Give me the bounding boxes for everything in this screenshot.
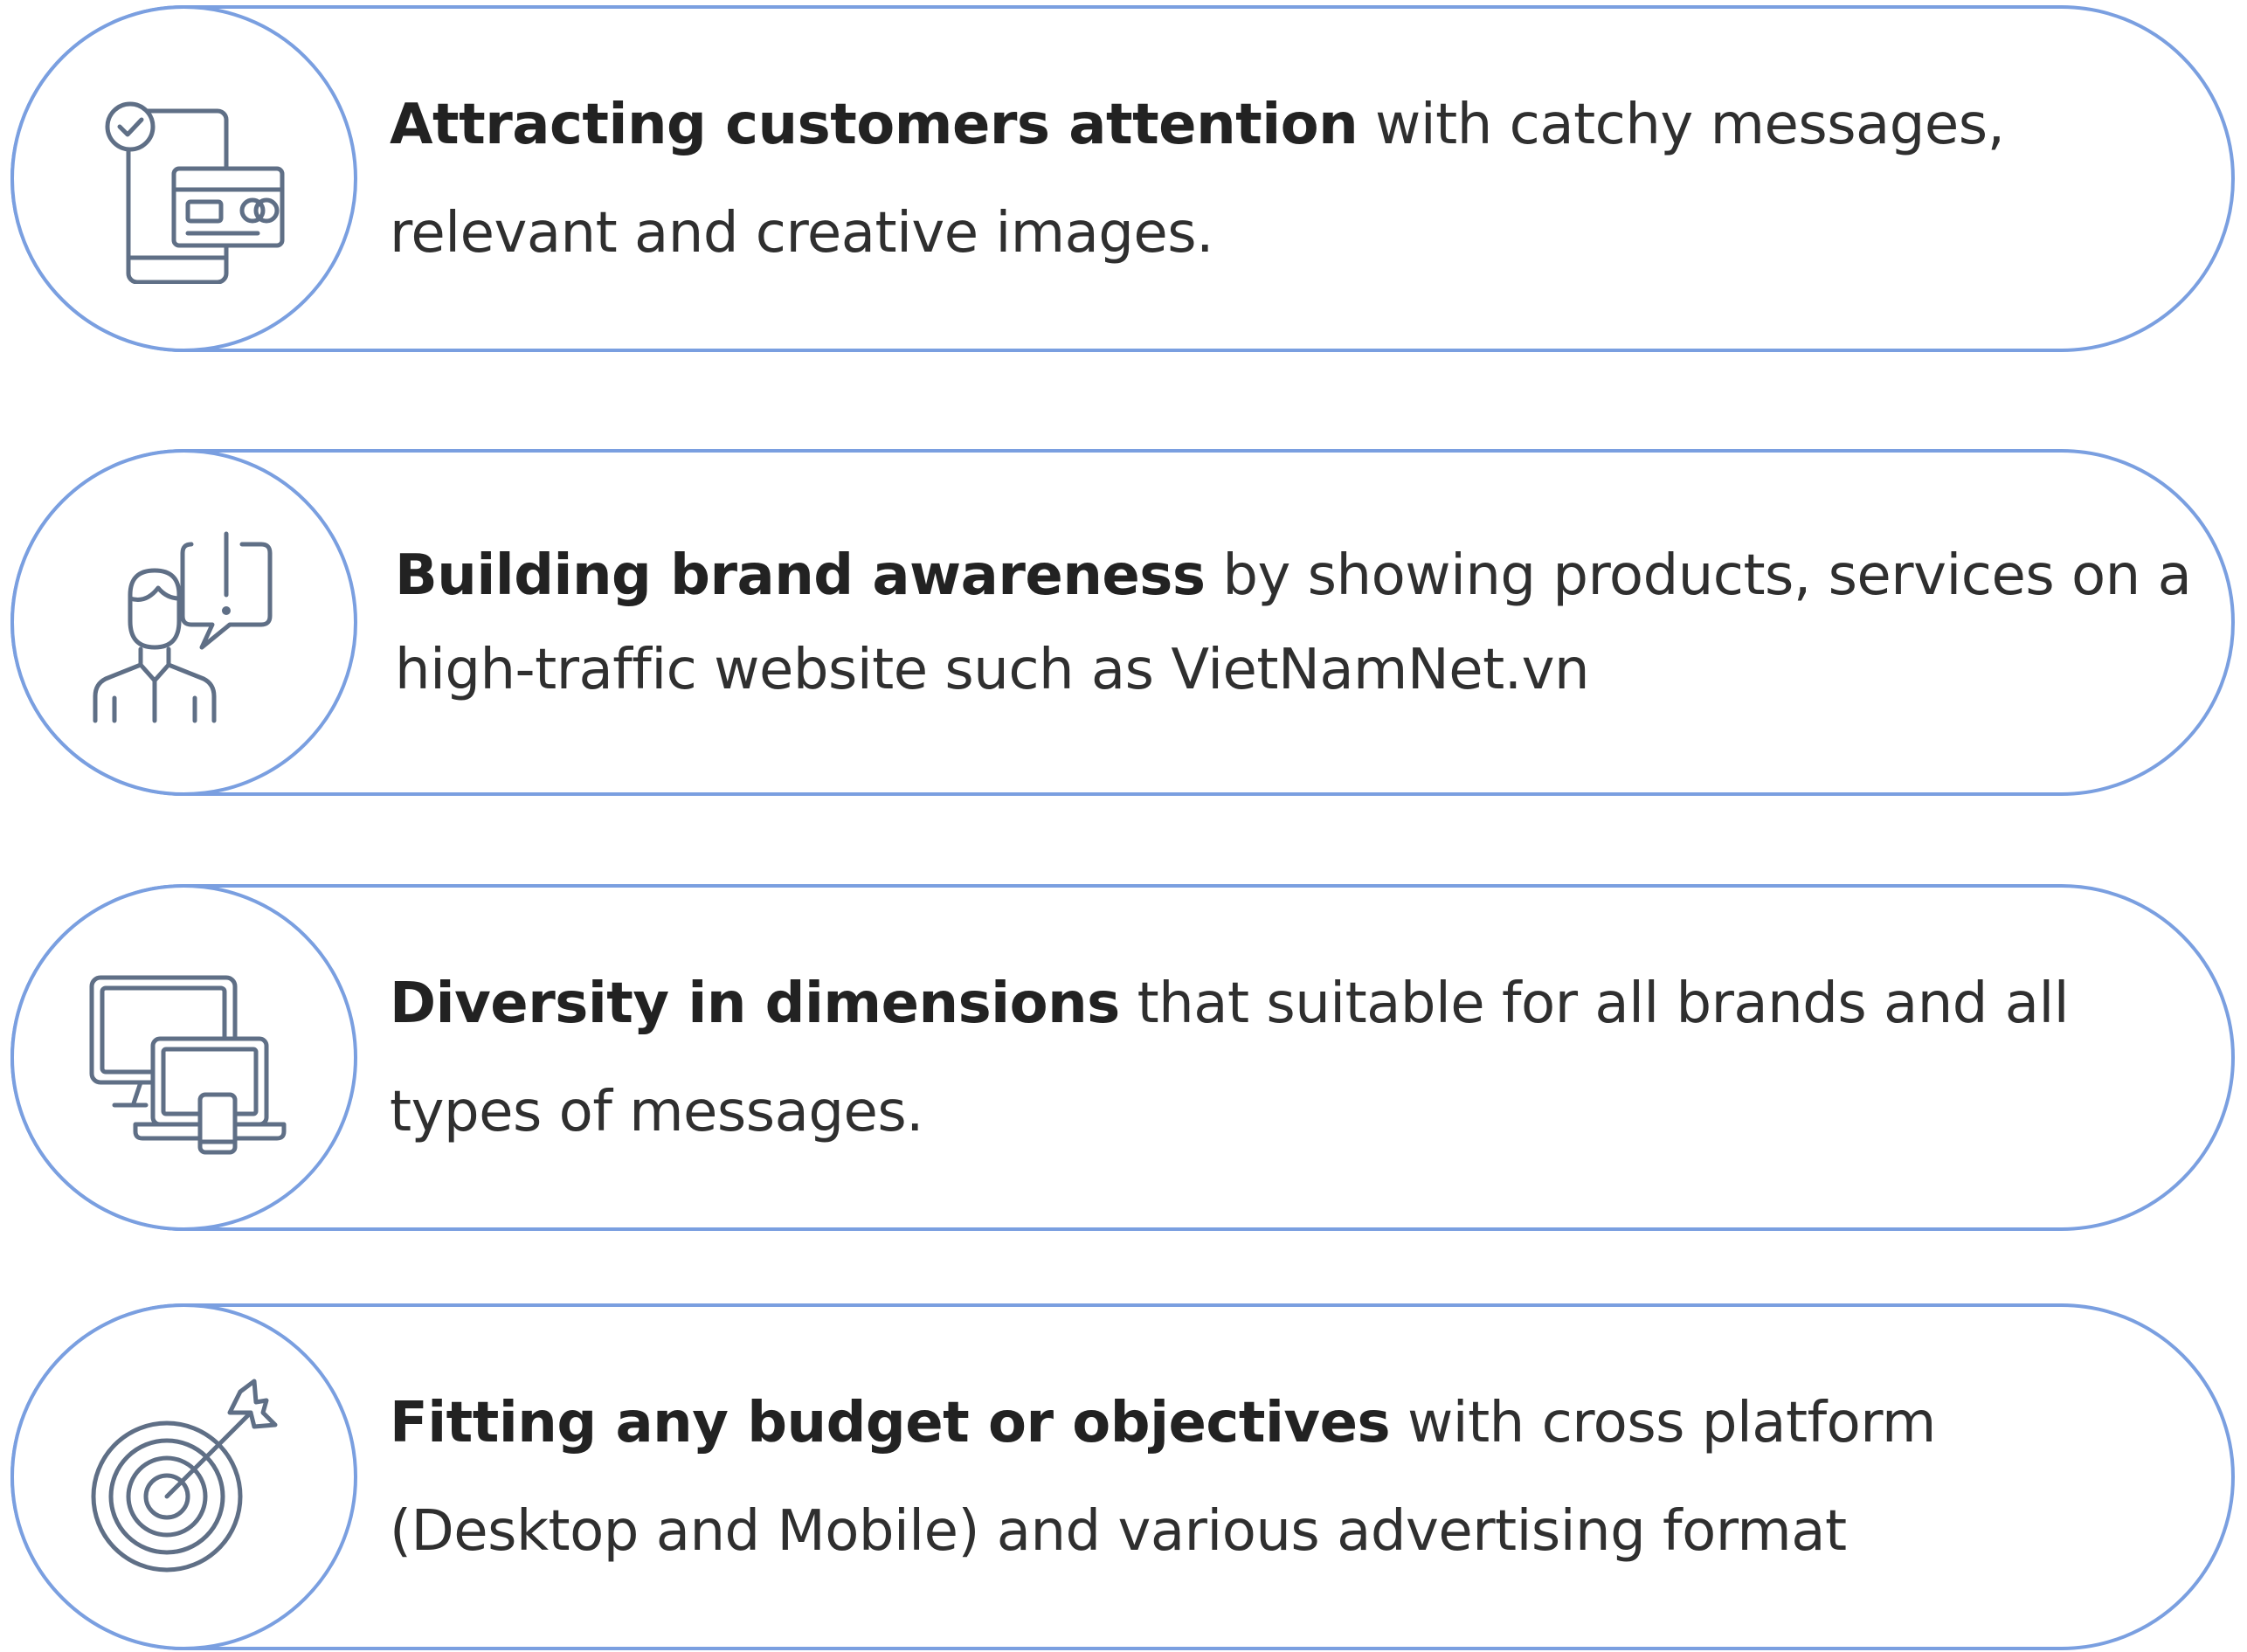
benefit-title: Attracting customers attention xyxy=(390,92,1359,157)
person-speech-exclamation-icon xyxy=(93,531,272,722)
benefit-icon-circle xyxy=(10,5,357,352)
benefit-title: Diversity in dimensions xyxy=(390,971,1120,1036)
benefit-item-dimensions: Diversity in dimensions that suitable fo… xyxy=(10,884,2244,1231)
benefit-icon-circle xyxy=(10,884,357,1231)
benefit-icon-circle xyxy=(10,449,357,796)
benefit-item-budget: Fitting any budget or objectives with cr… xyxy=(10,1303,2244,1650)
mobile-payment-card-icon xyxy=(105,101,284,284)
benefit-text: Attracting customers attention with catc… xyxy=(390,5,2189,352)
benefit-text: Fitting any budget or objectives with cr… xyxy=(390,1303,2172,1650)
benefit-title: Building brand awareness xyxy=(395,543,1206,608)
benefit-text: Building brand awareness by showing prod… xyxy=(395,449,2212,796)
benefit-icon-circle xyxy=(10,1303,357,1650)
multi-device-icon xyxy=(89,975,286,1154)
benefit-title: Fitting any budget or objectives xyxy=(390,1390,1391,1455)
target-arrow-icon xyxy=(91,1379,277,1572)
benefit-item-attracting: Attracting customers attention with catc… xyxy=(10,5,2244,352)
benefit-item-brand-awareness: Building brand awareness by showing prod… xyxy=(10,449,2244,796)
benefit-text: Diversity in dimensions that suitable fo… xyxy=(390,884,2137,1231)
